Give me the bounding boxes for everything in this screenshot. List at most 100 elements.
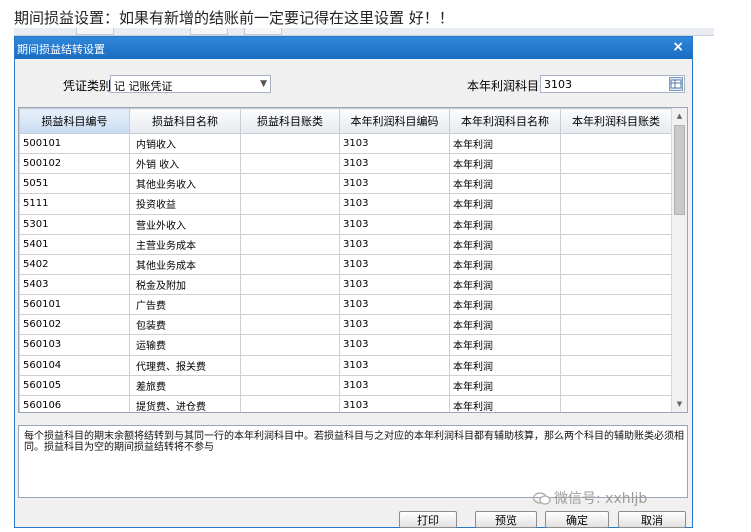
table-cell[interactable]: 广告费 xyxy=(129,294,241,316)
table-cell[interactable]: 本年利润 xyxy=(449,394,561,412)
column-header[interactable]: 本年利润科目编码 xyxy=(339,108,450,134)
table-row[interactable]: 5401 主营业务成本 3103 本年利润 xyxy=(19,233,672,255)
table-cell[interactable]: 提货费、进仓费 xyxy=(129,394,241,412)
table-cell[interactable]: 外销 收入 xyxy=(129,153,241,175)
table-cell[interactable]: 500102 xyxy=(19,153,130,175)
table-row[interactable]: 560101 广告费 3103 本年利润 xyxy=(19,294,672,316)
table-cell[interactable] xyxy=(240,213,340,235)
table-row[interactable]: 5403 税金及附加 3103 本年利润 xyxy=(19,273,672,296)
table-cell[interactable] xyxy=(240,153,340,175)
table-cell[interactable]: 差旅费 xyxy=(129,374,241,396)
table-cell[interactable] xyxy=(560,193,672,215)
table-cell[interactable]: 本年利润 xyxy=(449,354,561,376)
table-cell[interactable]: 本年利润 xyxy=(449,153,561,175)
table-cell[interactable]: 5402 xyxy=(19,253,130,275)
table-cell[interactable] xyxy=(240,233,340,255)
table-cell[interactable]: 3103 xyxy=(339,153,450,175)
dropdown-arrow-icon[interactable]: ▼ xyxy=(260,76,267,92)
table-cell[interactable] xyxy=(240,334,340,356)
table-cell[interactable]: 代理费、报关费 xyxy=(129,354,241,376)
table-cell[interactable]: 主营业务成本 xyxy=(129,233,241,255)
table-cell[interactable] xyxy=(240,394,340,412)
table-cell[interactable] xyxy=(560,354,672,376)
column-header[interactable]: 损益科目账类 xyxy=(240,108,340,134)
table-cell[interactable] xyxy=(560,334,672,356)
table-cell[interactable]: 3103 xyxy=(339,354,450,376)
table-cell[interactable]: 本年利润 xyxy=(449,233,561,255)
table-cell[interactable] xyxy=(560,132,672,155)
vertical-scrollbar[interactable]: ▲ ▼ xyxy=(671,108,687,412)
table-cell[interactable] xyxy=(240,374,340,396)
table-cell[interactable]: 本年利润 xyxy=(449,253,561,275)
table-cell[interactable] xyxy=(560,314,672,336)
table-cell[interactable]: 3103 xyxy=(339,213,450,235)
table-cell[interactable] xyxy=(240,294,340,316)
table-cell[interactable] xyxy=(240,273,340,296)
table-cell[interactable] xyxy=(560,173,672,195)
voucher-type-select[interactable]: 记 记账凭证 ▼ xyxy=(110,75,271,93)
table-cell[interactable]: 包装费 xyxy=(129,314,241,336)
table-cell[interactable] xyxy=(560,374,672,396)
ok-button[interactable]: 确定 xyxy=(545,511,609,528)
table-cell[interactable]: 500101 xyxy=(19,132,130,155)
table-cell[interactable]: 3103 xyxy=(339,132,450,155)
table-cell[interactable] xyxy=(560,273,672,296)
print-button[interactable]: 打印 xyxy=(399,511,457,528)
table-cell[interactable]: 其他业务成本 xyxy=(129,253,241,275)
column-header[interactable]: 损益科目编号 xyxy=(19,108,130,134)
table-cell[interactable]: 3103 xyxy=(339,173,450,195)
table-cell[interactable]: 560104 xyxy=(19,354,130,376)
table-cell[interactable]: 本年利润 xyxy=(449,314,561,336)
table-cell[interactable]: 本年利润 xyxy=(449,193,561,215)
scroll-thumb[interactable] xyxy=(674,125,685,215)
table-cell[interactable]: 3103 xyxy=(339,394,450,412)
table-row[interactable]: 500101 内销收入 3103 本年利润 xyxy=(19,132,672,155)
table-cell[interactable] xyxy=(560,294,672,316)
table-row[interactable]: 5111 投资收益 3103 本年利润 xyxy=(19,193,672,215)
table-cell[interactable]: 560102 xyxy=(19,314,130,336)
table-cell[interactable]: 投资收益 xyxy=(129,193,241,215)
table-cell[interactable] xyxy=(240,354,340,376)
table-cell[interactable]: 运输费 xyxy=(129,334,241,356)
table-cell[interactable]: 其他业务收入 xyxy=(129,173,241,195)
table-row[interactable]: 560106 提货费、进仓费 3103 本年利润 xyxy=(19,394,672,412)
table-cell[interactable]: 本年利润 xyxy=(449,374,561,396)
table-row[interactable]: 560105 差旅费 3103 本年利润 xyxy=(19,374,672,396)
table-cell[interactable]: 本年利润 xyxy=(449,294,561,316)
table-cell[interactable]: 本年利润 xyxy=(449,213,561,235)
table-cell[interactable] xyxy=(560,213,672,235)
table-cell[interactable]: 3103 xyxy=(339,334,450,356)
table-cell[interactable]: 3103 xyxy=(339,314,450,336)
table-cell[interactable]: 3103 xyxy=(339,253,450,275)
table-cell[interactable]: 3103 xyxy=(339,273,450,296)
table-cell[interactable] xyxy=(560,153,672,175)
table-row[interactable]: 560103 运输费 3103 本年利润 xyxy=(19,334,672,356)
preview-button[interactable]: 预览 xyxy=(475,511,537,528)
table-row[interactable]: 560104 代理费、报关费 3103 本年利润 xyxy=(19,354,672,376)
column-header[interactable]: 本年利润科目账类 xyxy=(560,108,672,134)
transfer-grid[interactable]: 损益科目编号 损益科目名称 损益科目账类 本年利润科目编码 本年利润科目名称 本… xyxy=(18,107,688,413)
table-cell[interactable]: 本年利润 xyxy=(449,173,561,195)
table-cell[interactable] xyxy=(240,314,340,336)
profit-account-field[interactable]: 3103 xyxy=(540,75,685,93)
table-cell[interactable]: 3103 xyxy=(339,233,450,255)
close-icon[interactable]: × xyxy=(672,39,684,55)
table-cell[interactable]: 560105 xyxy=(19,374,130,396)
cancel-button[interactable]: 取消 xyxy=(618,511,686,528)
column-header[interactable]: 本年利润科目名称 xyxy=(449,108,561,134)
table-cell[interactable] xyxy=(240,193,340,215)
table-cell[interactable]: 税金及附加 xyxy=(129,273,241,296)
table-cell[interactable] xyxy=(560,394,672,412)
table-cell[interactable] xyxy=(240,132,340,155)
table-cell[interactable]: 560103 xyxy=(19,334,130,356)
table-cell[interactable]: 5401 xyxy=(19,233,130,255)
table-row[interactable]: 5402 其他业务成本 3103 本年利润 xyxy=(19,253,672,275)
table-cell[interactable]: 内销收入 xyxy=(129,132,241,155)
table-cell[interactable]: 560101 xyxy=(19,294,130,316)
table-cell[interactable]: 3103 xyxy=(339,374,450,396)
reference-lookup-icon[interactable] xyxy=(669,77,683,91)
table-cell[interactable]: 560106 xyxy=(19,394,130,412)
table-cell[interactable] xyxy=(560,233,672,255)
table-cell[interactable]: 本年利润 xyxy=(449,334,561,356)
table-cell[interactable] xyxy=(240,253,340,275)
